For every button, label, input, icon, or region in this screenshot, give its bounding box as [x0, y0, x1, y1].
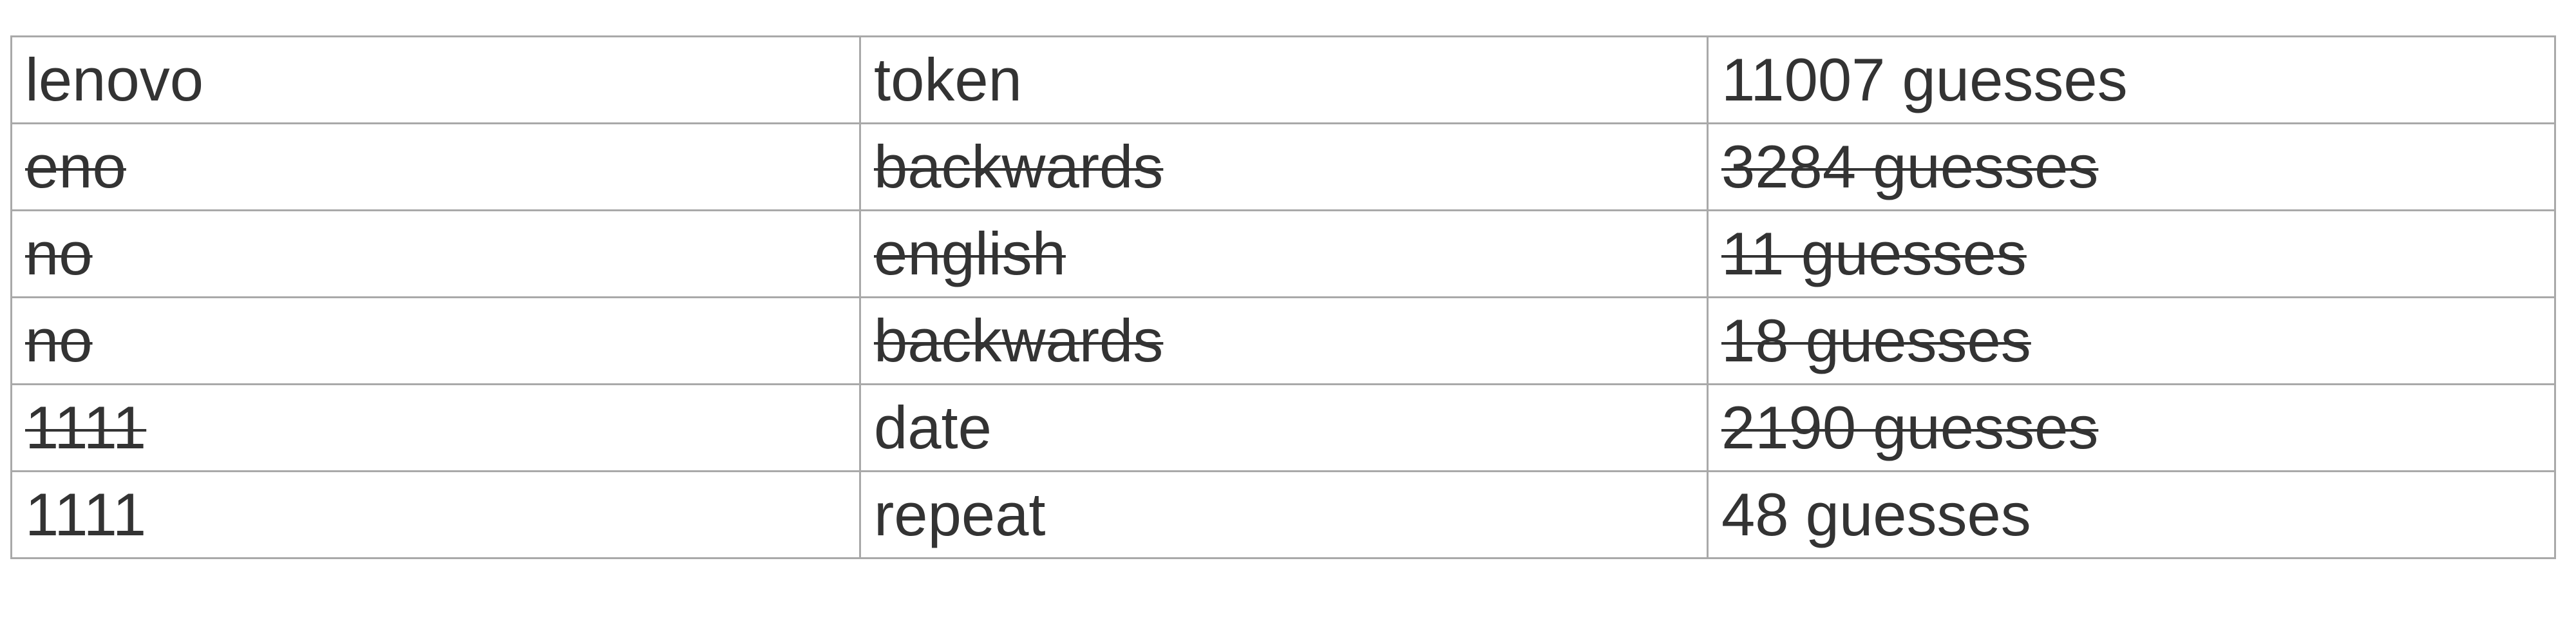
- guesses-text: 3284 guesses: [1721, 133, 2099, 200]
- guesses-text: 18 guesses: [1721, 307, 2031, 374]
- token-cell: 1111: [10, 383, 861, 472]
- guesses-text: 11 guesses: [1721, 220, 2027, 287]
- token-text: no: [25, 307, 93, 374]
- guesses-cell: 2190 guesses: [1707, 383, 2556, 472]
- token-text: lenovo: [25, 46, 204, 113]
- pattern-cell: repeat: [859, 470, 1709, 559]
- guesses-cell: 48 guesses: [1707, 470, 2556, 559]
- table-row: no backwards 18 guesses: [10, 296, 2556, 385]
- table-row: 1111 repeat 48 guesses: [10, 470, 2556, 559]
- pattern-text: backwards: [874, 133, 1164, 200]
- token-text: 1111: [25, 481, 147, 548]
- pattern-text: token: [874, 46, 1022, 113]
- password-guess-table: lenovo token 11007 guesses eno backwards…: [10, 35, 2556, 559]
- guesses-text: 48 guesses: [1721, 481, 2031, 548]
- token-cell: no: [10, 209, 861, 298]
- pattern-text: date: [874, 394, 992, 461]
- guesses-cell: 18 guesses: [1707, 296, 2556, 385]
- guesses-text: 2190 guesses: [1721, 394, 2099, 461]
- pattern-text: repeat: [874, 481, 1046, 548]
- token-cell: no: [10, 296, 861, 385]
- token-cell: eno: [10, 122, 861, 211]
- guesses-text: 11007 guesses: [1721, 46, 2128, 113]
- token-cell: lenovo: [10, 35, 861, 124]
- pattern-text: backwards: [874, 307, 1164, 374]
- token-text: no: [25, 220, 93, 287]
- match-sequence-table: lenovo token 11007 guesses eno backwards…: [10, 35, 2556, 559]
- token-cell: 1111: [10, 470, 861, 559]
- pattern-cell: backwards: [859, 122, 1709, 211]
- table-row: lenovo token 11007 guesses: [10, 35, 2556, 124]
- pattern-cell: backwards: [859, 296, 1709, 385]
- guesses-cell: 3284 guesses: [1707, 122, 2556, 211]
- guesses-cell: 11007 guesses: [1707, 35, 2556, 124]
- pattern-cell: date: [859, 383, 1709, 472]
- guesses-cell: 11 guesses: [1707, 209, 2556, 298]
- table-row: eno backwards 3284 guesses: [10, 122, 2556, 211]
- token-text: 1111: [25, 394, 147, 461]
- token-text: eno: [25, 133, 126, 200]
- pattern-text: english: [874, 220, 1066, 287]
- pattern-cell: token: [859, 35, 1709, 124]
- table-body: lenovo token 11007 guesses eno backwards…: [10, 35, 2556, 559]
- table-row: no english 11 guesses: [10, 209, 2556, 298]
- pattern-cell: english: [859, 209, 1709, 298]
- table-row: 1111 date 2190 guesses: [10, 383, 2556, 472]
